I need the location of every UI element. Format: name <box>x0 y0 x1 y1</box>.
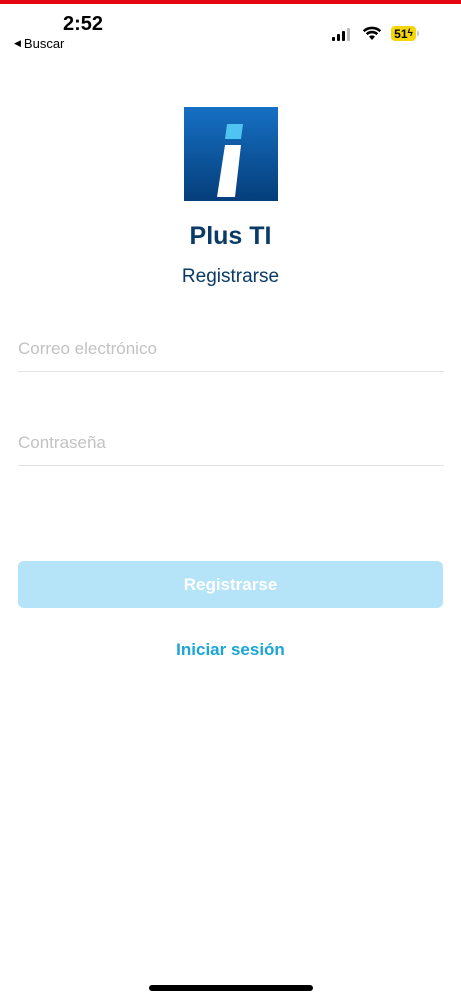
register-screen: 2:52 ◀ Buscar 51ϟ Plus TI Registrarse Re… <box>0 0 461 1000</box>
screen-title: Registrarse <box>181 266 280 287</box>
app-logo-i-icon <box>184 107 278 201</box>
login-link[interactable]: Iniciar sesión <box>0 640 461 660</box>
register-button[interactable]: Registrarse <box>18 561 443 608</box>
back-label: Buscar <box>23 36 65 51</box>
email-field[interactable] <box>18 339 444 372</box>
home-indicator <box>149 985 313 991</box>
battery-level: 51 <box>394 26 408 41</box>
cellular-signal-icon <box>332 28 350 41</box>
wifi-icon <box>362 26 382 40</box>
back-arrow-icon: ◀ <box>14 38 21 48</box>
back-to-search-button[interactable]: ◀ Buscar <box>14 36 64 51</box>
battery-charging-icon: 51 ϟ <box>391 26 416 41</box>
app-title: Plus TI <box>189 222 272 250</box>
top-accent-bar <box>0 0 461 4</box>
battery-tip <box>417 31 419 36</box>
status-time: 2:52 <box>63 13 104 35</box>
password-field[interactable] <box>18 433 444 466</box>
